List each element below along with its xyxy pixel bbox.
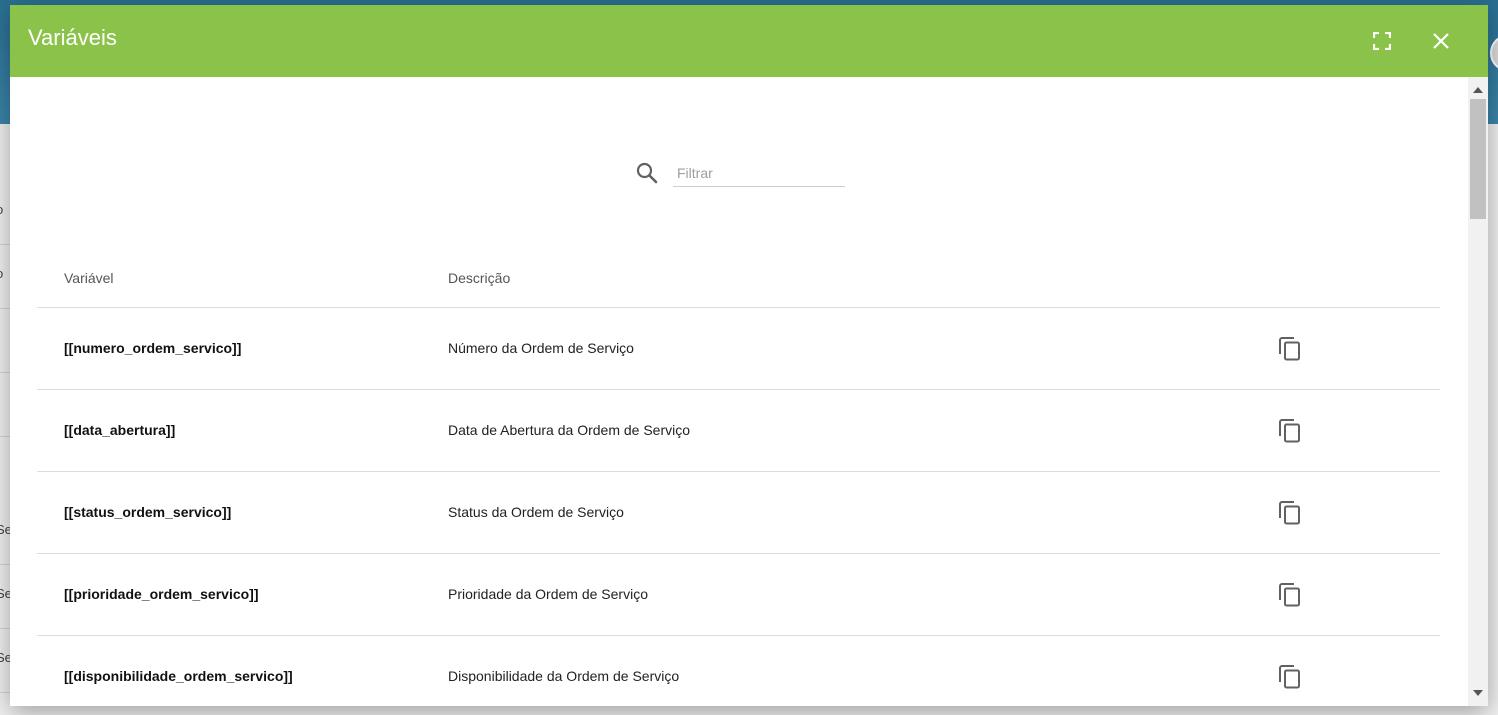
avatar xyxy=(1490,34,1498,72)
description-cell: Status da Ordem de Serviço xyxy=(448,504,624,520)
scrollbar-thumb[interactable] xyxy=(1470,99,1486,219)
copy-icon xyxy=(1279,501,1300,525)
table-row: [[prioridade_ordem_servico]] Prioridade … xyxy=(37,554,1440,636)
variable-cell: [[numero_ordem_servico]] xyxy=(64,340,242,356)
copy-icon xyxy=(1279,419,1300,443)
modal-title: Variáveis xyxy=(28,25,117,50)
variables-modal: Variáveis Variável Descrição xyxy=(10,5,1488,706)
fullscreen-button[interactable] xyxy=(1368,27,1396,55)
table-header: Variável Descrição xyxy=(37,257,1440,308)
filter-bar xyxy=(635,159,850,189)
copy-icon xyxy=(1279,583,1300,607)
variable-cell: [[status_ordem_servico]] xyxy=(64,504,232,520)
description-cell: Prioridade da Ordem de Serviço xyxy=(448,586,648,602)
scrollbar[interactable] xyxy=(1468,77,1488,706)
scroll-down-arrow-icon[interactable] xyxy=(1473,690,1483,696)
copy-button[interactable] xyxy=(1277,500,1303,526)
copy-button[interactable] xyxy=(1277,336,1303,362)
table-row: [[disponibilidade_ordem_servico]] Dispon… xyxy=(37,636,1440,706)
modal-body: Variável Descrição [[numero_ordem_servic… xyxy=(10,77,1468,706)
scroll-up-arrow-icon[interactable] xyxy=(1473,87,1483,93)
modal-header: Variáveis xyxy=(10,5,1488,77)
table-row: [[data_abertura]] Data de Abertura da Or… xyxy=(37,390,1440,472)
close-button[interactable] xyxy=(1427,27,1455,55)
close-icon xyxy=(1433,33,1449,49)
description-cell: Número da Ordem de Serviço xyxy=(448,340,634,356)
description-cell: Data de Abertura da Ordem de Serviço xyxy=(448,422,691,438)
variables-table: Variável Descrição [[numero_ordem_servic… xyxy=(37,257,1440,706)
copy-button[interactable] xyxy=(1277,582,1303,608)
table-row: [[status_ordem_servico]] Status da Ordem… xyxy=(37,472,1440,554)
copy-icon xyxy=(1279,337,1300,361)
copy-icon xyxy=(1279,665,1300,689)
copy-button[interactable] xyxy=(1277,664,1303,690)
filter-input[interactable] xyxy=(673,159,845,187)
fullscreen-icon xyxy=(1373,32,1391,50)
variable-cell: [[prioridade_ordem_servico]] xyxy=(64,586,259,602)
description-cell: Disponibilidade da Ordem de Serviço xyxy=(448,668,680,684)
table-row: [[numero_ordem_servico]] Número da Ordem… xyxy=(37,308,1440,390)
variable-cell: [[disponibilidade_ordem_servico]] xyxy=(64,668,293,684)
variable-cell: [[data_abertura]] xyxy=(64,422,176,438)
column-header-description: Descrição xyxy=(448,270,511,286)
column-header-variable: Variável xyxy=(64,270,114,286)
copy-button[interactable] xyxy=(1277,418,1303,444)
search-icon xyxy=(636,162,658,184)
